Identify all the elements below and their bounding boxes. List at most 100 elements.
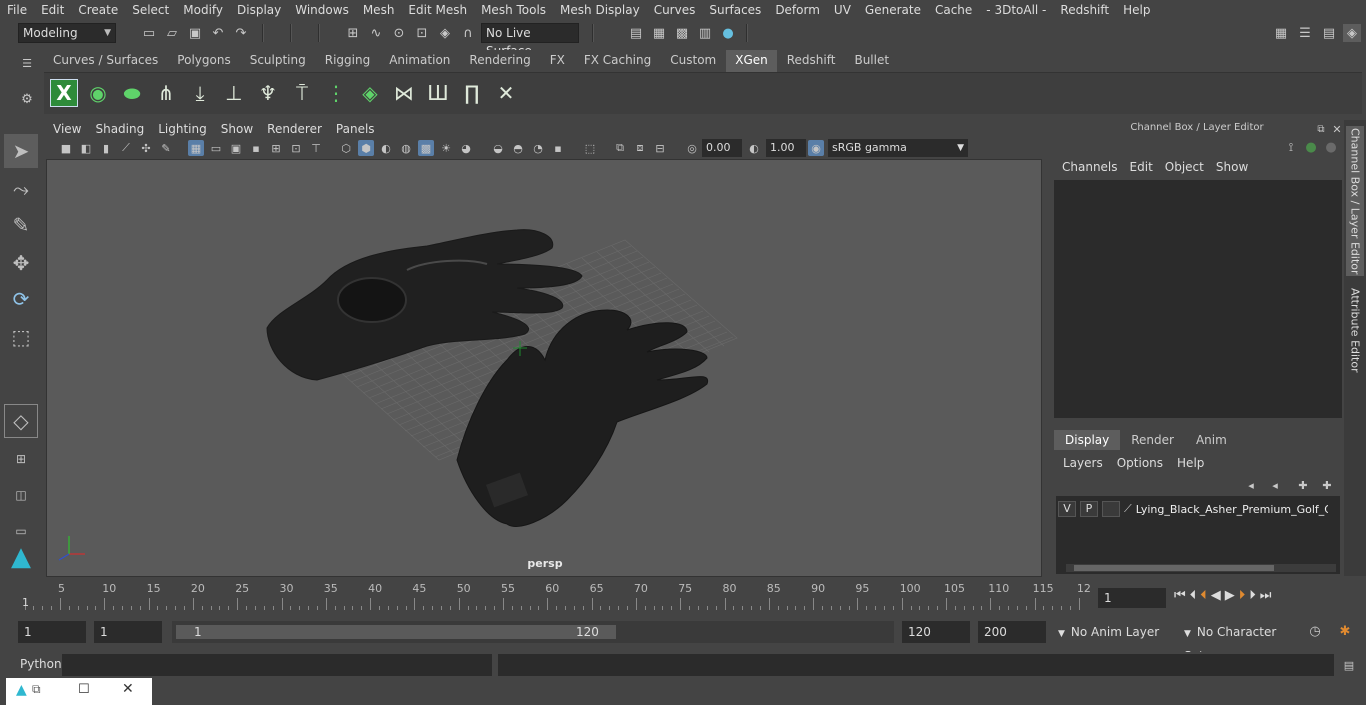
channel-box-area[interactable]: [1054, 180, 1342, 418]
xgen-primitive-icon[interactable]: ⬬: [118, 79, 146, 107]
xgen-preview-icon[interactable]: ◉: [84, 79, 112, 107]
grease-pencil-icon[interactable]: ✎: [158, 140, 174, 156]
mode-dropdown[interactable]: Modeling ▼: [18, 23, 116, 43]
shelf-tab-bullet[interactable]: Bullet: [845, 50, 899, 72]
layer-color-swatch[interactable]: [1102, 501, 1120, 517]
current-frame-field[interactable]: 1: [1098, 588, 1166, 608]
menu-help[interactable]: Help: [1116, 3, 1157, 17]
shelf-tab-animation[interactable]: Animation: [380, 50, 460, 72]
image-plane-icon[interactable]: ⟋: [118, 140, 134, 156]
sync-icon[interactable]: ●: [1302, 138, 1320, 156]
menu-uv[interactable]: UV: [827, 3, 858, 17]
layer-scrollbar-thumb[interactable]: [1074, 565, 1274, 571]
layout-icon[interactable]: ☰: [1296, 24, 1314, 42]
step-forward-key-icon[interactable]: ⏵: [1239, 588, 1246, 608]
camera-attrs-icon[interactable]: ◧: [78, 140, 94, 156]
go-to-end-icon[interactable]: ⏭: [1260, 588, 1272, 608]
menu-3dtoall[interactable]: - 3DtoAll -: [979, 3, 1053, 17]
channel-menu-object[interactable]: Object: [1159, 160, 1210, 174]
menu-curves[interactable]: Curves: [647, 3, 703, 17]
shelf-tab-custom[interactable]: Custom: [661, 50, 726, 72]
layout-grid-icon[interactable]: ⊞: [4, 442, 38, 476]
shadows-icon[interactable]: ◕: [458, 140, 474, 156]
start-time-field[interactable]: 1: [18, 621, 86, 643]
anim-layer-dropdown[interactable]: ▼ No Anim Layer: [1052, 621, 1166, 643]
layer-row[interactable]: V P ⟋ Lying_Black_Asher_Premium_Golf_Glo…: [1058, 500, 1340, 518]
menu-select[interactable]: Select: [125, 3, 176, 17]
layer-visibility-toggle[interactable]: V: [1058, 501, 1076, 517]
snap-point-icon[interactable]: ⊙: [390, 24, 408, 42]
move-layer-down-icon[interactable]: ◂: [1266, 476, 1284, 494]
maya-app-icon[interactable]: ▲: [16, 682, 27, 698]
script-editor-icon[interactable]: ▤: [1340, 656, 1358, 674]
menu-edit[interactable]: Edit: [34, 3, 71, 17]
viewport-menu-shading[interactable]: Shading: [88, 122, 151, 136]
go-to-start-icon[interactable]: ⏮: [1174, 588, 1186, 608]
isolate-select-icon[interactable]: ⬚: [582, 140, 598, 156]
auto-key-icon[interactable]: ◷: [1306, 622, 1324, 640]
menu-surfaces[interactable]: Surfaces: [702, 3, 768, 17]
field-chart-icon[interactable]: ⊞: [268, 140, 284, 156]
new-layer-selected-icon[interactable]: ✚: [1318, 476, 1336, 494]
xgen-comb-icon[interactable]: Ш: [424, 79, 452, 107]
shelf-menu-icon[interactable]: ☰: [18, 54, 36, 72]
redo-icon[interactable]: ↷: [232, 24, 250, 42]
gamma-icon[interactable]: ◐: [746, 140, 762, 156]
snap-grid-icon[interactable]: ⊞: [344, 24, 362, 42]
save-scene-icon[interactable]: ▣: [186, 24, 204, 42]
wireframe-icon[interactable]: ⬡: [338, 140, 354, 156]
film-gate-icon[interactable]: ▭: [208, 140, 224, 156]
layer-playback-toggle[interactable]: P: [1080, 501, 1098, 517]
workspace-icon[interactable]: ▦: [1272, 24, 1290, 42]
snap-magnet-icon[interactable]: ∩: [459, 24, 477, 42]
channel-box-toggle-icon[interactable]: ◈: [1343, 24, 1361, 42]
layer-scrollbar[interactable]: [1066, 564, 1336, 572]
snap-curve-icon[interactable]: ∿: [367, 24, 385, 42]
step-back-key-icon[interactable]: ⏴: [1200, 588, 1207, 608]
open-scene-icon[interactable]: ▱: [163, 24, 181, 42]
shelf-tab-rigging[interactable]: Rigging: [315, 50, 380, 72]
range-end-field[interactable]: 120: [902, 621, 970, 643]
smooth-shade-icon[interactable]: ⬢: [358, 140, 374, 156]
shelf-tab-sculpting[interactable]: Sculpting: [240, 50, 315, 72]
new-layer-icon[interactable]: ✚: [1294, 476, 1312, 494]
play-backwards-icon[interactable]: ◀: [1211, 588, 1221, 608]
end-time-field[interactable]: 200: [978, 621, 1046, 643]
menu-cache[interactable]: Cache: [928, 3, 979, 17]
layer-name[interactable]: Lying_Black_Asher_Premium_Golf_Glove: [1136, 503, 1328, 516]
resolution-gate-icon[interactable]: ▣: [228, 140, 244, 156]
viewport-menu-view[interactable]: View: [46, 122, 88, 136]
two-d-pan-icon[interactable]: ✣: [138, 140, 154, 156]
live-surface-field[interactable]: No Live Surface: [481, 23, 579, 58]
xgen-editor-icon[interactable]: X: [50, 79, 78, 107]
safe-action-icon[interactable]: ⊡: [288, 140, 304, 156]
scale-tool-icon[interactable]: ⬚: [4, 320, 38, 354]
rotate-tool-icon[interactable]: ⟳: [4, 282, 38, 316]
shelf-tab-redshift[interactable]: Redshift: [777, 50, 845, 72]
xgen-add-guide-icon[interactable]: ⤓: [186, 79, 214, 107]
xray-icon[interactable]: ◒: [490, 140, 506, 156]
layout-single-icon[interactable]: ◇: [4, 404, 38, 438]
play-forwards-icon[interactable]: ▶: [1225, 588, 1235, 608]
shelf-tab-polygons[interactable]: Polygons: [168, 50, 240, 72]
viewport-persp[interactable]: persp: [46, 159, 1042, 577]
range-slider-fill[interactable]: [176, 625, 616, 639]
layer-menu-help[interactable]: Help: [1170, 456, 1211, 470]
backface-icon[interactable]: ▪: [550, 140, 566, 156]
time-slider[interactable]: 5 10 15 20 25 30 35 40 45 50 55 60 65 70 75 80 85 90 95 100…: [18, 582, 1091, 612]
menu-deform[interactable]: Deform: [768, 3, 827, 17]
layer-tab-display[interactable]: Display: [1054, 430, 1121, 450]
viewport-canvas[interactable]: [47, 160, 1042, 577]
xgen-layers-icon[interactable]: ◈: [356, 79, 384, 107]
dof-icon[interactable]: ⊟: [652, 140, 668, 156]
layer-menu-layers[interactable]: Layers: [1056, 456, 1110, 470]
camera-icon[interactable]: ■: [58, 140, 74, 156]
safe-title-icon[interactable]: ⊤: [308, 140, 324, 156]
menu-mesh-tools[interactable]: Mesh Tools: [474, 3, 553, 17]
range-slider[interactable]: 1 120: [172, 621, 894, 643]
menu-generate[interactable]: Generate: [858, 3, 928, 17]
hypershade-icon[interactable]: ●: [719, 24, 737, 42]
menu-display[interactable]: Display: [230, 3, 288, 17]
new-scene-icon[interactable]: ▭: [140, 24, 158, 42]
menu-file[interactable]: File: [0, 3, 34, 17]
